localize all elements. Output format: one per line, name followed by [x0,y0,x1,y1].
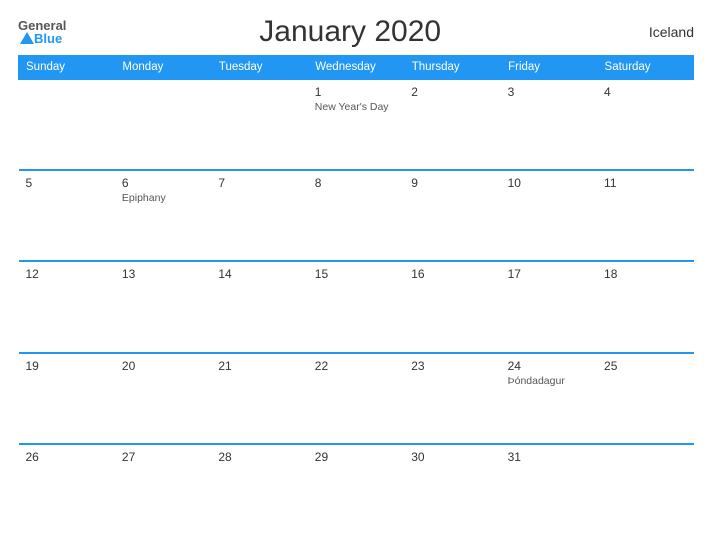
logo-triangle-icon [20,32,34,44]
day-number: 18 [604,267,686,281]
calendar-cell: 5 [19,170,115,261]
calendar-cell: 15 [308,261,404,352]
calendar-cell: 3 [501,79,597,170]
calendar-cell: 21 [211,353,307,444]
header-thursday: Thursday [404,56,500,80]
calendar-cell: 17 [501,261,597,352]
calendar-cell: 9 [404,170,500,261]
weekday-header-row: Sunday Monday Tuesday Wednesday Thursday… [19,56,694,80]
day-number: 28 [218,450,300,464]
calendar-cell: 30 [404,444,500,535]
day-number: 17 [508,267,590,281]
calendar-container: General Blue January 2020 Iceland Sunday… [0,0,712,550]
day-number: 10 [508,176,590,190]
header-friday: Friday [501,56,597,80]
day-number: 19 [26,359,108,373]
header-sunday: Sunday [19,56,115,80]
day-number: 11 [604,176,686,190]
day-number: 6 [122,176,204,190]
calendar-cell: 19 [19,353,115,444]
day-number: 22 [315,359,397,373]
header-wednesday: Wednesday [308,56,404,80]
day-number: 9 [411,176,493,190]
calendar-cell [211,79,307,170]
day-number: 30 [411,450,493,464]
day-number: 27 [122,450,204,464]
calendar-week-row: 56 Epiphany 7 89 10 11 [19,170,694,261]
calendar-cell: 18 [597,261,693,352]
calendar-cell: 6 Epiphany [115,170,211,261]
calendar-cell: 4 [597,79,693,170]
calendar-title: January 2020 [66,15,634,49]
day-number: 1 [315,85,397,99]
calendar-cell: 29 [308,444,404,535]
day-number: 3 [508,85,590,99]
day-number: 14 [218,267,300,281]
header-tuesday: Tuesday [211,56,307,80]
calendar-week-row: 1 New Year's Day 2 34 [19,79,694,170]
calendar-body: 1New Year's Day23456Epiphany789101112131… [19,79,694,535]
calendar-week-row: 26 27 28 29 30 31 [19,444,694,535]
calendar-cell [115,79,211,170]
day-number: 15 [315,267,397,281]
day-number: 4 [604,85,686,99]
logo-blue-row: Blue [18,32,62,45]
calendar-cell: 20 [115,353,211,444]
calendar-cell: 27 [115,444,211,535]
day-number: 31 [508,450,590,464]
calendar-cell: 13 [115,261,211,352]
calendar-cell [597,444,693,535]
calendar-cell: 24 Þóndadagur [501,353,597,444]
calendar-cell: 31 [501,444,597,535]
calendar-cell: 1 New Year's Day [308,79,404,170]
calendar-cell: 10 [501,170,597,261]
day-number: 29 [315,450,397,464]
logo-blue-text: Blue [34,32,62,45]
calendar-cell: 28 [211,444,307,535]
calendar-cell: 22 [308,353,404,444]
calendar-cell: 12 [19,261,115,352]
calendar-cell: 25 [597,353,693,444]
calendar-cell: 23 [404,353,500,444]
calendar-cell: 7 [211,170,307,261]
header: General Blue January 2020 Iceland [18,15,694,49]
calendar-week-row: 12 13 14 15 16 17 18 [19,261,694,352]
calendar-cell: 2 [404,79,500,170]
day-number: 26 [26,450,108,464]
calendar-header: Sunday Monday Tuesday Wednesday Thursday… [19,56,694,80]
day-number: 21 [218,359,300,373]
day-number: 2 [411,85,493,99]
calendar-cell: 11 [597,170,693,261]
calendar-cell: 8 [308,170,404,261]
day-number: 5 [26,176,108,190]
day-number: 20 [122,359,204,373]
day-number: 7 [218,176,300,190]
day-number: 8 [315,176,397,190]
calendar-week-row: 19 20 21 22 23 24 Þóndadagur 25 [19,353,694,444]
country-label: Iceland [634,24,694,40]
calendar-cell [19,79,115,170]
event-text: New Year's Day [315,101,397,113]
calendar-cell: 14 [211,261,307,352]
logo: General Blue [18,19,66,45]
calendar-table: Sunday Monday Tuesday Wednesday Thursday… [18,55,694,535]
calendar-cell: 26 [19,444,115,535]
day-number: 24 [508,359,590,373]
day-number: 16 [411,267,493,281]
calendar-cell: 16 [404,261,500,352]
header-saturday: Saturday [597,56,693,80]
event-text: Þóndadagur [508,375,590,387]
event-text: Epiphany [122,192,204,204]
header-monday: Monday [115,56,211,80]
day-number: 23 [411,359,493,373]
day-number: 13 [122,267,204,281]
day-number: 25 [604,359,686,373]
day-number: 12 [26,267,108,281]
